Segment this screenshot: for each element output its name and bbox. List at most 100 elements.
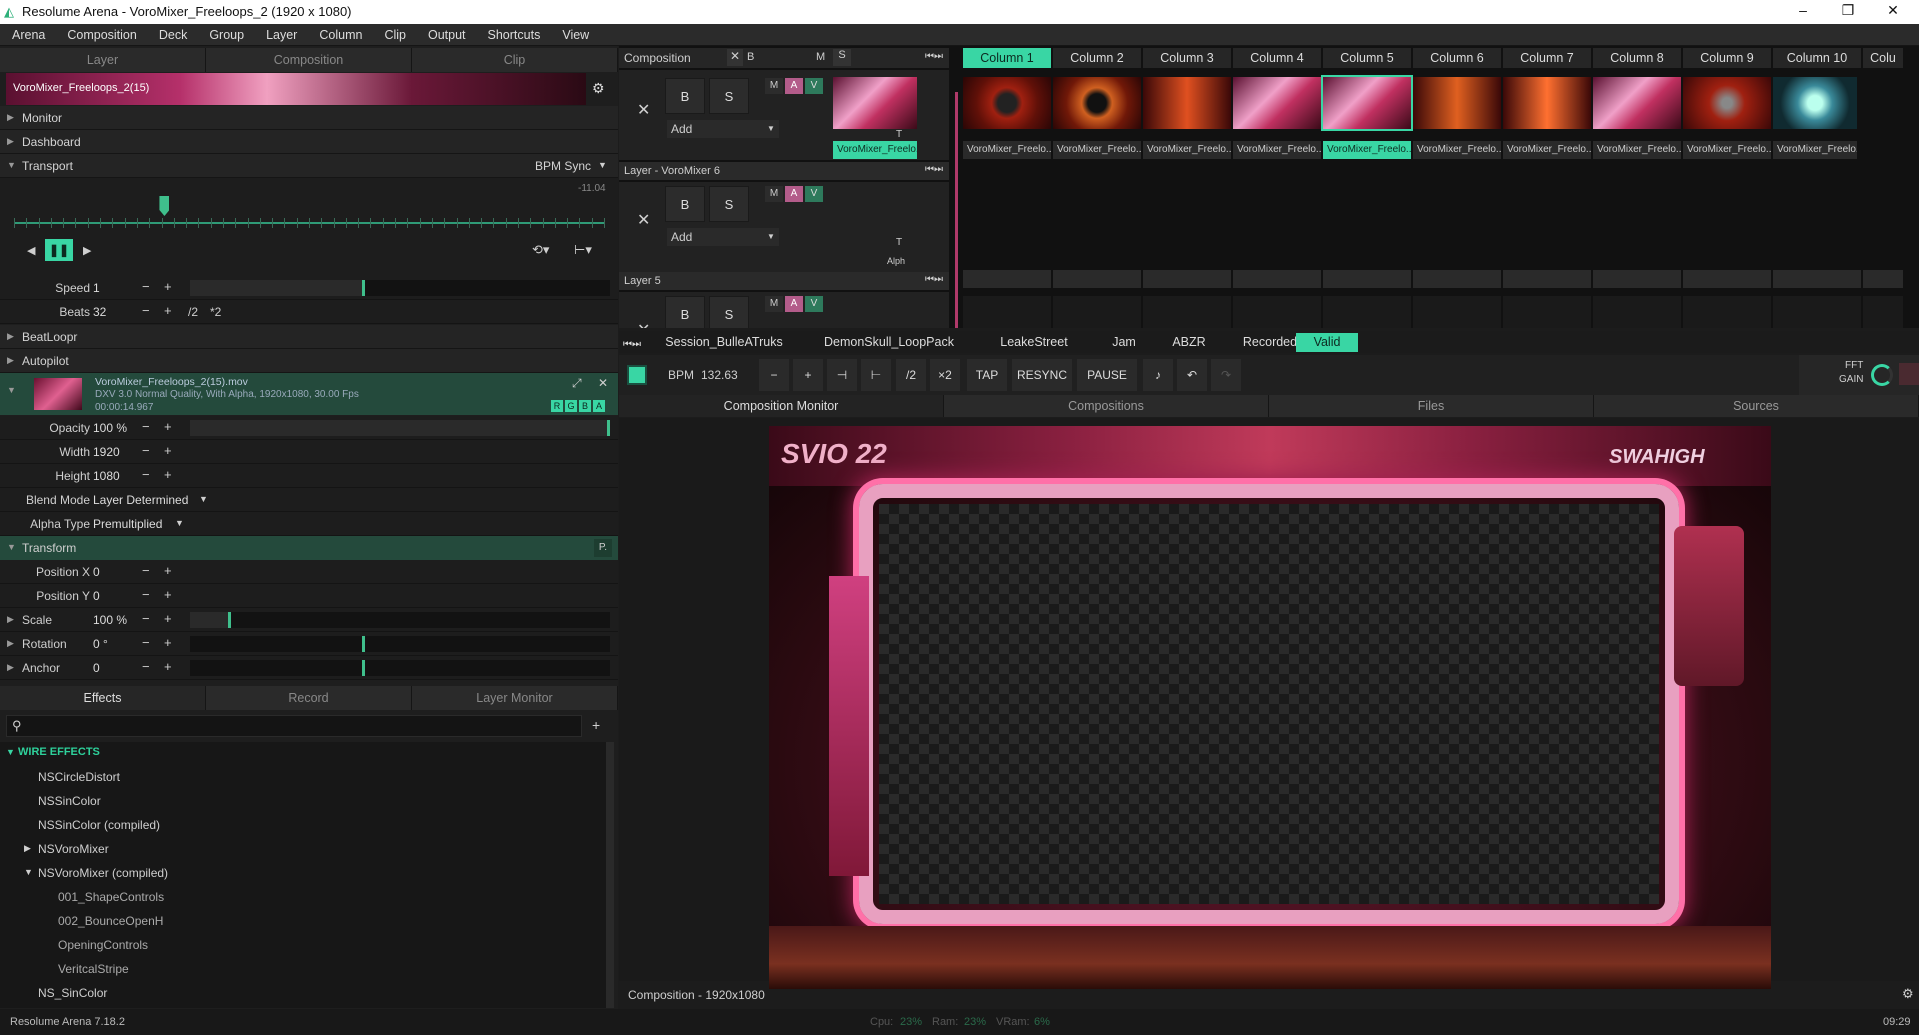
section-dashboard[interactable]: ▶ Dashboard xyxy=(0,130,618,154)
empty-clip-label[interactable] xyxy=(1413,270,1501,288)
effect-item[interactable]: NSCircleDistort xyxy=(38,770,120,784)
expand-icon[interactable]: ▶ xyxy=(24,843,31,854)
empty-clip-slot[interactable] xyxy=(1683,296,1771,328)
resync-button[interactable]: RESYNC xyxy=(1012,359,1072,391)
empty-clip-label[interactable] xyxy=(1863,270,1903,288)
effects-scrollbar[interactable] xyxy=(606,742,614,1008)
menu-column[interactable]: Column xyxy=(308,24,373,46)
column-header[interactable]: Column 6 xyxy=(1413,48,1501,68)
empty-clip-slot[interactable] xyxy=(1143,296,1231,328)
decrement-button[interactable]: − xyxy=(142,467,150,482)
effect-item[interactable]: NSSinColor (compiled) xyxy=(38,818,160,832)
close-icon[interactable]: ✕ xyxy=(1870,2,1916,19)
layer-solo-button[interactable]: S xyxy=(709,186,749,222)
play-backward-icon[interactable]: ◀ xyxy=(27,244,35,257)
skip-icon[interactable]: ⏮⏭ xyxy=(925,164,943,175)
section-transform[interactable]: ▼ Transform P. xyxy=(0,536,618,560)
expand-icon[interactable]: ▶ xyxy=(7,662,14,673)
empty-clip-label[interactable] xyxy=(1593,270,1681,288)
column-header[interactable]: Column 9 xyxy=(1683,48,1771,68)
layer-m-button[interactable]: M xyxy=(765,296,783,312)
undo-icon[interactable]: ↶ xyxy=(1177,359,1207,391)
column-header[interactable]: Column 5 xyxy=(1323,48,1411,68)
alpha-type-dropdown[interactable]: Premultiplied xyxy=(93,517,162,531)
clear-layer-icon[interactable]: ✕ xyxy=(637,210,650,230)
bpm-decrement-button[interactable]: − xyxy=(759,359,789,391)
increment-button[interactable]: + xyxy=(164,443,172,458)
increment-button[interactable]: + xyxy=(164,611,172,626)
clip-thumbnail[interactable] xyxy=(1321,75,1413,131)
clip-label[interactable]: VoroMixer_Freelo... xyxy=(1683,141,1771,159)
clear-layer-icon[interactable]: ✕ xyxy=(637,320,650,328)
section-monitor[interactable]: ▶ Monitor xyxy=(0,106,618,130)
menu-clip[interactable]: Clip xyxy=(373,24,417,46)
collapse-icon[interactable]: ▼ xyxy=(24,867,33,877)
clip-label[interactable]: VoroMixer_Freelo... xyxy=(963,141,1051,159)
increment-button[interactable]: + xyxy=(164,419,172,434)
deck-nav-icon[interactable]: ⏮⏭ xyxy=(623,335,641,354)
empty-clip-slot[interactable] xyxy=(1593,296,1681,328)
menu-layer[interactable]: Layer xyxy=(255,24,308,46)
bpm-sync-dropdown[interactable]: BPM Sync xyxy=(535,159,591,173)
bpm-half-button[interactable]: /2 xyxy=(896,359,926,391)
menu-view[interactable]: View xyxy=(551,24,600,46)
clip-thumbnail[interactable] xyxy=(1053,77,1141,129)
deck-tab[interactable]: Session_BulleATruks xyxy=(647,333,801,352)
alpha-toggle[interactable]: Alph xyxy=(887,256,905,266)
decrement-button[interactable]: − xyxy=(142,303,150,318)
layer-name-bar-5[interactable]: Layer 5 ⏮⏭ xyxy=(619,272,949,290)
menu-group[interactable]: Group xyxy=(198,24,255,46)
decrement-button[interactable]: − xyxy=(142,659,150,674)
empty-clip-label[interactable] xyxy=(1773,270,1861,288)
play-forward-icon[interactable]: ▶ xyxy=(83,244,91,257)
gear-icon[interactable]: ⚙ xyxy=(1902,986,1914,1002)
increment-button[interactable]: + xyxy=(164,279,172,294)
effect-sub-item[interactable]: 001_ShapeControls xyxy=(58,890,164,904)
section-beatloopr[interactable]: ▶ BeatLoopr xyxy=(0,325,618,349)
clip-label[interactable]: VoroMixer_Freelo... xyxy=(1143,141,1231,159)
clip-thumbnail[interactable] xyxy=(1503,77,1591,129)
playhead-handle[interactable] xyxy=(159,196,170,216)
empty-clip-slot[interactable] xyxy=(1503,296,1591,328)
decrement-button[interactable]: − xyxy=(142,587,150,602)
empty-clip-slot[interactable] xyxy=(1053,296,1141,328)
clip-label[interactable]: VoroMixer_Freelo... xyxy=(1773,141,1857,159)
layer-a-button[interactable]: A xyxy=(785,186,803,202)
empty-clip-label[interactable] xyxy=(1503,270,1591,288)
layer-v-button[interactable]: V xyxy=(805,186,823,202)
close-clip-icon[interactable]: ✕ xyxy=(598,376,608,390)
beats-half-button[interactable]: /2 xyxy=(188,305,198,319)
decrement-button[interactable]: − xyxy=(142,563,150,578)
loop-mode-icon[interactable]: ⟲▾ xyxy=(532,242,549,258)
clip-thumbnail[interactable] xyxy=(1233,77,1321,129)
beats-double-button[interactable]: *2 xyxy=(210,305,221,319)
tab-composition-monitor[interactable]: Composition Monitor xyxy=(619,395,944,417)
clip-label[interactable]: VoroMixer_Freelo... xyxy=(1503,141,1591,159)
deck-tab[interactable]: Jam xyxy=(1094,333,1154,352)
pause-button[interactable]: ❚❚ xyxy=(45,239,73,261)
layer-name-bar-6[interactable]: Layer - VoroMixer 6 ⏮⏭ xyxy=(619,162,949,180)
blend-mode-dropdown[interactable]: Layer Determined xyxy=(93,493,188,507)
layer-bypass-button[interactable]: B xyxy=(665,186,705,222)
empty-clip-slot[interactable] xyxy=(963,296,1051,328)
effects-search-input[interactable]: ⚲ xyxy=(6,715,582,737)
layer-bypass-button[interactable]: B xyxy=(665,78,705,114)
skip-icon[interactable]: ⏮⏭ xyxy=(925,274,943,285)
redo-icon[interactable]: ↷ xyxy=(1211,359,1241,391)
tab-layer-monitor[interactable]: Layer Monitor xyxy=(412,686,618,710)
layer-a-button[interactable]: A xyxy=(785,78,803,94)
active-clip-label[interactable]: VoroMixer_Freelo... xyxy=(833,141,917,159)
clear-layer-icon[interactable]: ✕ xyxy=(637,100,650,120)
gear-icon[interactable]: ⚙ xyxy=(592,80,605,97)
tab-compositions[interactable]: Compositions xyxy=(944,395,1269,417)
layer-bypass-button[interactable]: B xyxy=(665,296,705,328)
anchor-slider[interactable] xyxy=(190,660,610,676)
layer-solo-button[interactable]: S xyxy=(709,78,749,114)
channel-b-button[interactable]: B xyxy=(579,400,591,412)
tab-files[interactable]: Files xyxy=(1269,395,1594,417)
decrement-button[interactable]: − xyxy=(142,419,150,434)
monitor-output[interactable]: SVIO 22 SWAHIGH xyxy=(769,426,1771,989)
empty-clip-slot[interactable] xyxy=(1863,296,1903,328)
transform-preset-button[interactable]: P. xyxy=(594,539,612,557)
tab-layer[interactable]: Layer xyxy=(0,48,206,72)
